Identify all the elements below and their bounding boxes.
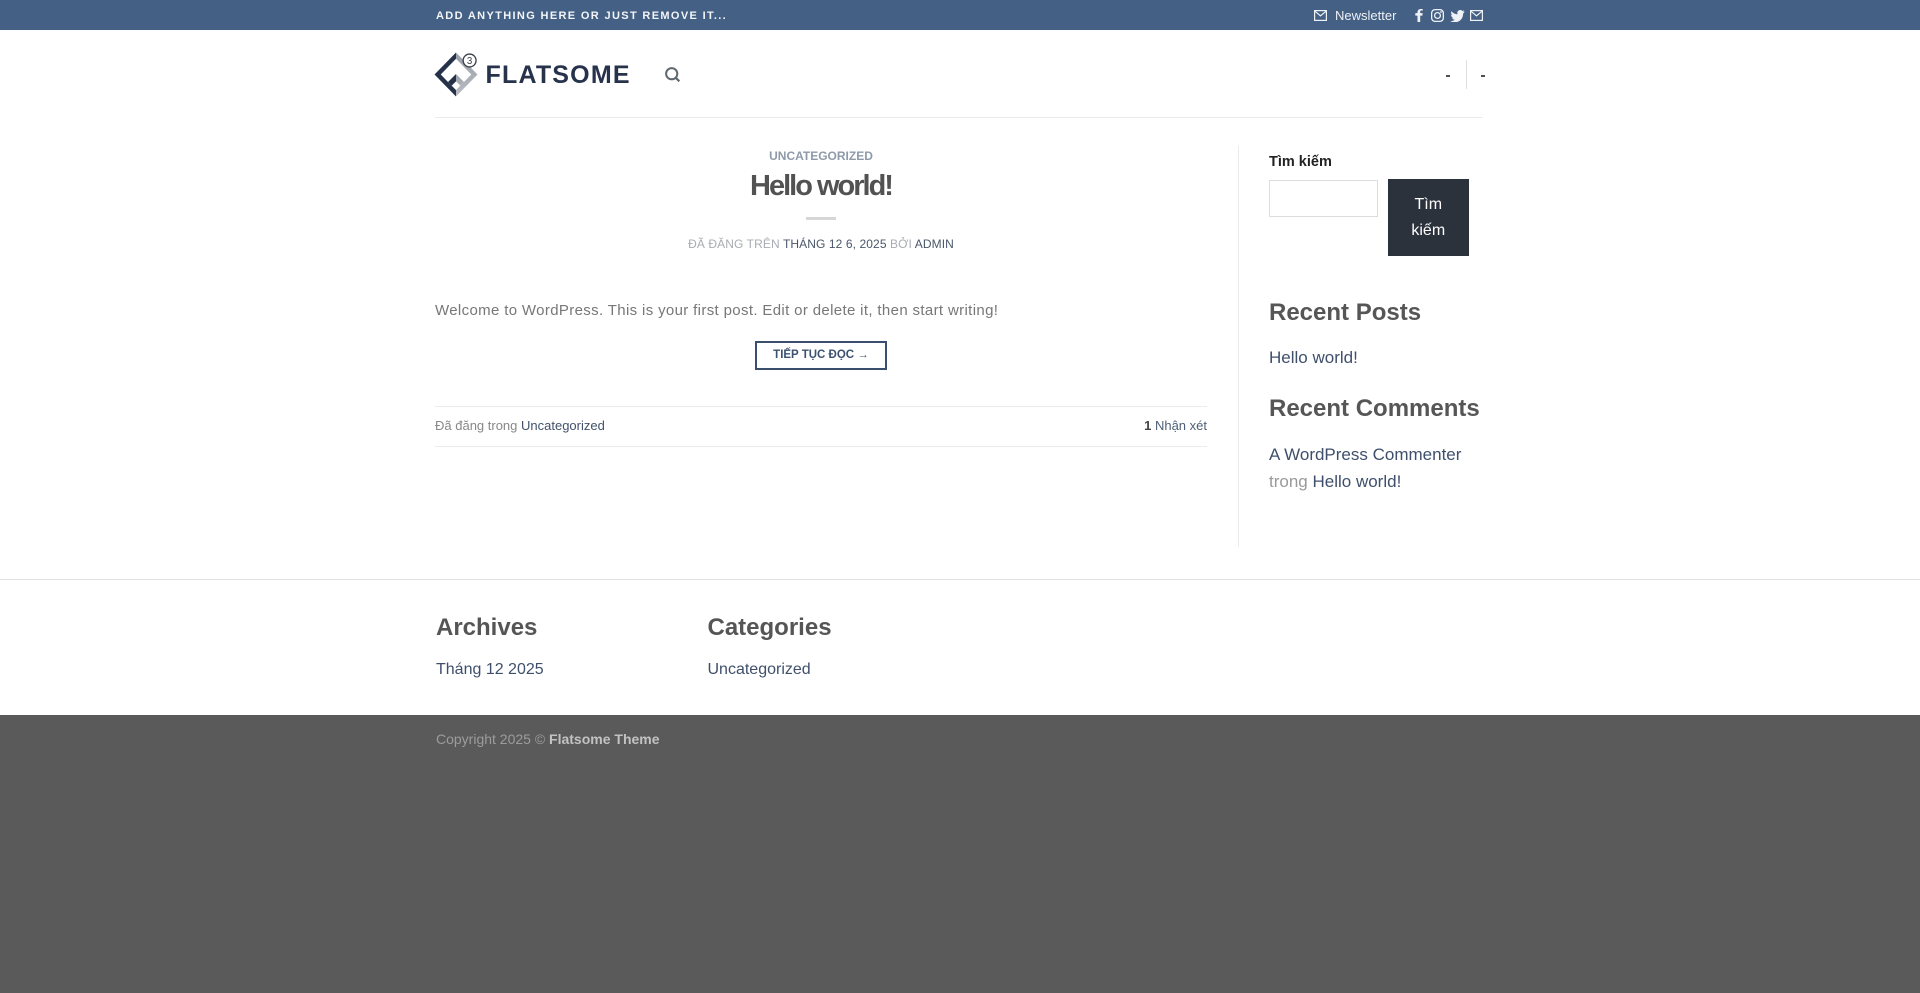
svg-text:3: 3 — [467, 55, 472, 66]
